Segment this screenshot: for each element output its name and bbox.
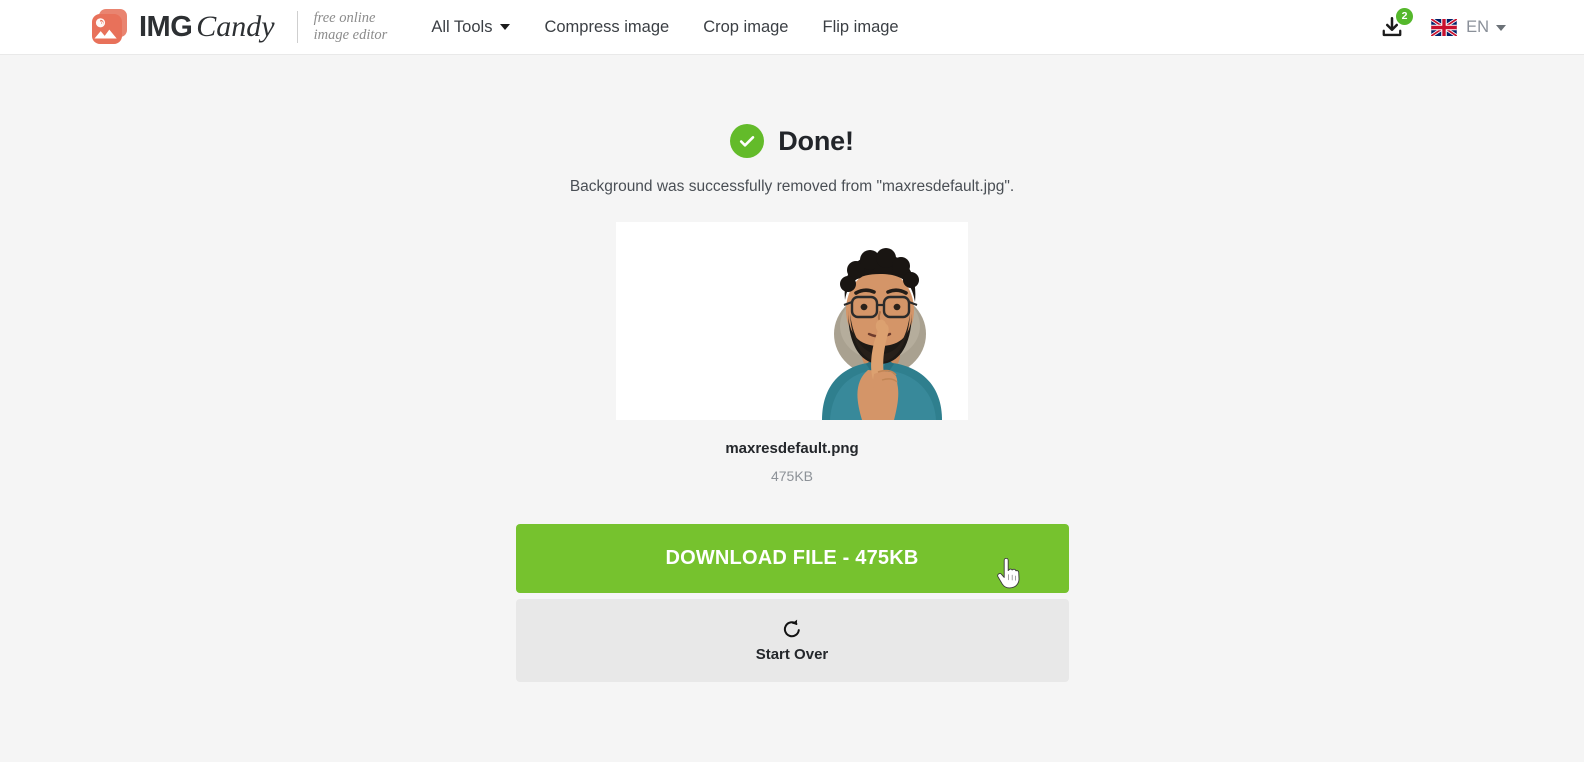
download-file-button[interactable]: DOWNLOAD FILE - 475KB [515,524,1069,593]
downloads-badge-count: 2 [1396,7,1414,25]
nav-item-crop-image[interactable]: Crop image [703,18,788,37]
brand-name-script: Candy [196,10,275,43]
start-over-button[interactable]: Start Over [515,599,1069,682]
main-navigation: All Tools Compress image Crop image Flip… [431,18,898,37]
start-over-label: Start Over [755,646,829,663]
result-image-preview[interactable] [616,222,968,420]
image-preview [616,222,968,420]
check-circle-icon [730,124,765,158]
rotate-ccw-icon [783,619,800,638]
img-candy-logo-icon [90,8,130,46]
nav-item-flip-image[interactable]: Flip image [822,18,898,37]
site-header: IMG Candy free online image editor All To… [0,0,1584,55]
brand-wordmark: IMG Candy [139,12,275,42]
downloads-button[interactable]: 2 [1375,7,1414,45]
header-divider [296,11,298,43]
language-selector[interactable]: EN [1431,18,1506,37]
tagline-line-2: image editor [313,27,388,43]
chevron-down-icon [1496,24,1506,31]
brand-tagline: free online image editor [314,10,388,44]
nav-item-all-tools-label: All Tools [431,17,493,36]
status-heading: Done! [730,124,854,158]
brand-name-bold: IMG [139,11,193,43]
brand-logo-link[interactable]: IMG Candy [90,8,275,46]
header-actions: 2 EN [1375,0,1506,55]
chevron-down-icon [500,24,511,30]
uk-flag-icon [1431,19,1458,36]
result-file-name: maxresdefault.png [725,440,859,457]
tagline-line-1: free online [313,10,376,26]
nav-item-compress-image[interactable]: Compress image [544,18,669,37]
nav-item-all-tools[interactable]: All Tools [431,17,511,37]
main-content: Done! Background was successfully remove… [0,55,1584,682]
page-title: Done! [778,125,854,156]
status-message: Background was successfully removed from… [569,178,1015,195]
language-code-label: EN [1466,18,1489,36]
result-file-size: 475KB [770,468,814,484]
